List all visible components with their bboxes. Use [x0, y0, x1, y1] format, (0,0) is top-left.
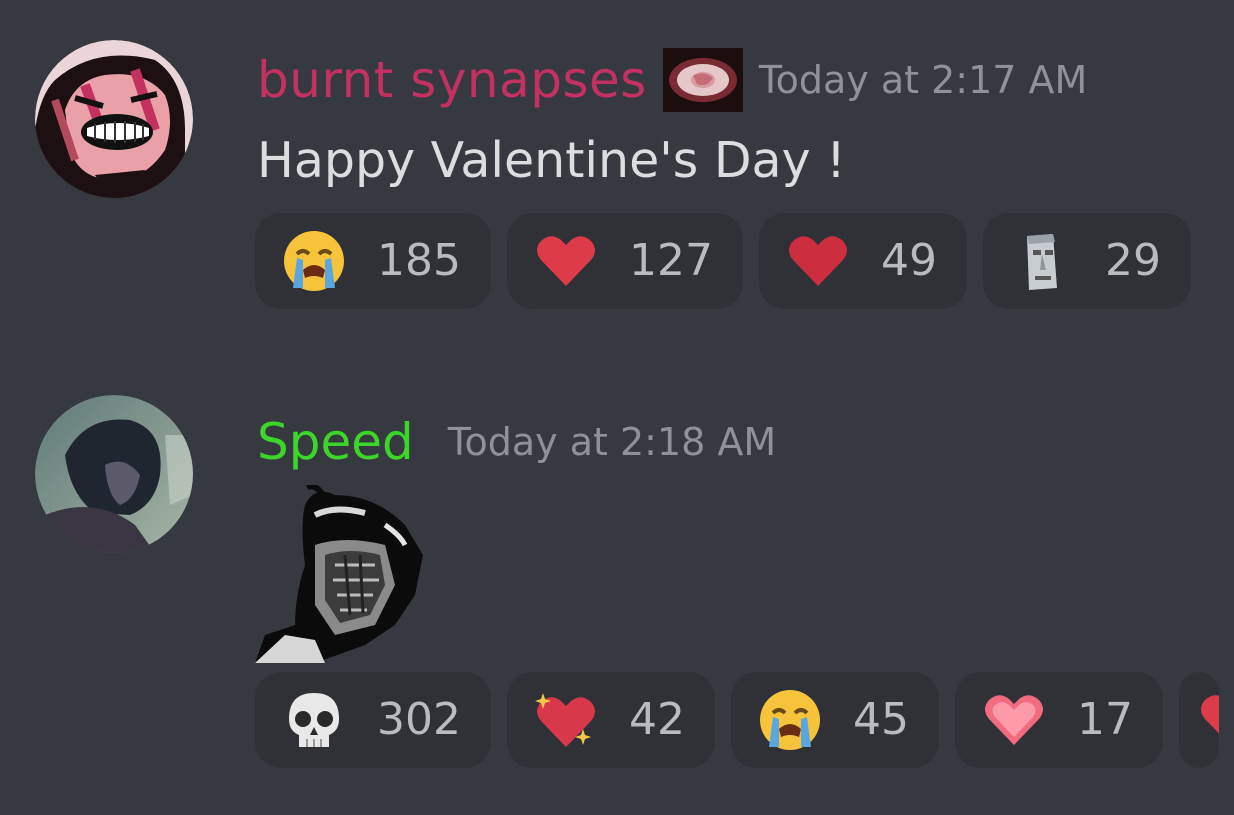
reaction-red-heart[interactable]: 127 [506, 213, 743, 309]
reaction-red-heart[interactable]: 49 [758, 213, 967, 309]
reaction-loudly-crying[interactable]: 45 [730, 672, 939, 768]
red-heart-icon [533, 228, 599, 294]
moai-icon [1009, 228, 1075, 294]
reaction-count: 49 [880, 235, 937, 286]
username[interactable]: burnt synapses [257, 48, 647, 112]
loudly-crying-face-icon [757, 687, 823, 753]
message: burnt synapses Today at 2:17 AM Happy Va… [0, 0, 1234, 340]
message: Speed Today at 2:18 AM 302 42 45 17 [0, 390, 1234, 815]
reaction-loudly-crying[interactable]: 185 [255, 213, 491, 309]
username[interactable]: Speed [257, 410, 414, 474]
avatar[interactable] [35, 40, 193, 198]
reaction-count: 185 [377, 235, 461, 286]
timestamp: Today at 2:18 AM [447, 420, 777, 464]
reaction-count: 42 [628, 694, 685, 745]
reactions-bar: 185 127 49 29 [255, 213, 1191, 309]
reaction-partial[interactable] [1178, 672, 1219, 768]
skull-icon [281, 687, 347, 753]
heart-icon [1197, 687, 1219, 753]
avatar[interactable] [35, 395, 193, 553]
sparkling-heart-icon [533, 687, 599, 753]
timestamp: Today at 2:17 AM [758, 58, 1088, 102]
reaction-count: 17 [1076, 694, 1133, 745]
sticker-image[interactable] [255, 483, 427, 663]
role-icon [662, 48, 743, 112]
message-header: burnt synapses Today at 2:17 AM [257, 48, 1087, 112]
chat-view: burnt synapses Today at 2:17 AM Happy Va… [0, 0, 1234, 815]
reaction-sparkling-heart[interactable]: 42 [506, 672, 715, 768]
reaction-count: 45 [852, 694, 909, 745]
message-header: Speed Today at 2:18 AM [257, 410, 776, 474]
reaction-count: 29 [1104, 235, 1161, 286]
pink-heart-icon [981, 687, 1047, 753]
red-heart-icon [785, 228, 851, 294]
message-content: Happy Valentine's Day ! [257, 132, 846, 189]
loudly-crying-face-icon [281, 228, 347, 294]
reaction-pink-heart[interactable]: 17 [954, 672, 1163, 768]
reaction-count: 127 [628, 235, 713, 286]
reaction-count: 302 [377, 694, 461, 745]
reaction-skull[interactable]: 302 [255, 672, 491, 768]
reactions-bar: 302 42 45 17 [255, 672, 1219, 768]
reaction-moai[interactable]: 29 [982, 213, 1191, 309]
